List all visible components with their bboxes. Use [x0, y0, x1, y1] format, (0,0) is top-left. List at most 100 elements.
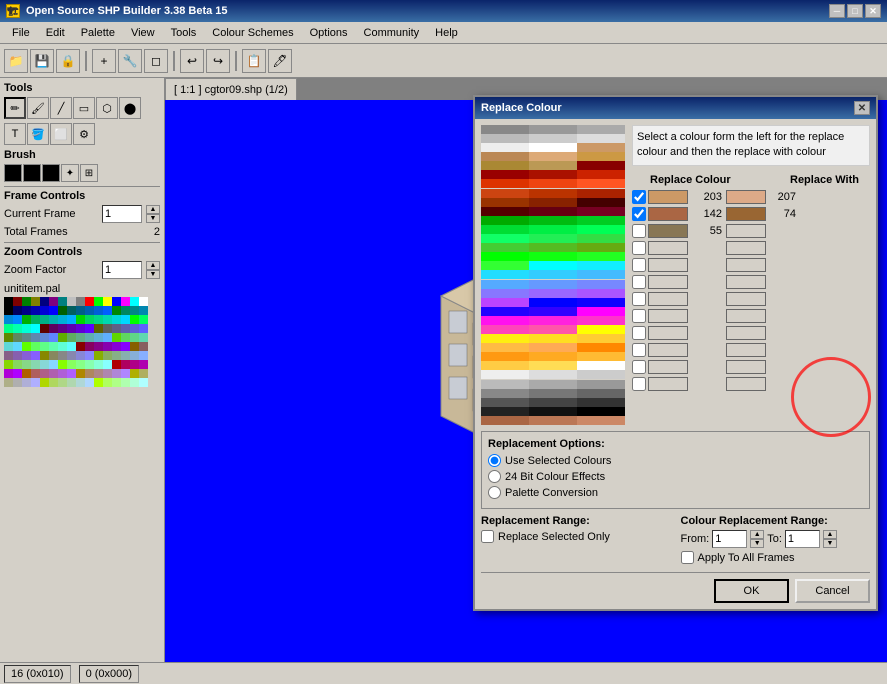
replace-colour-box[interactable]: [648, 343, 688, 357]
dialog-palette-cell[interactable]: [577, 170, 625, 179]
dialog-palette-cell[interactable]: [529, 243, 577, 252]
palette-cell[interactable]: [49, 342, 58, 351]
replace-with-box[interactable]: [726, 309, 766, 323]
dialog-palette-cell[interactable]: [577, 298, 625, 307]
tool-line[interactable]: ╱: [50, 97, 72, 119]
palette-cell[interactable]: [112, 315, 121, 324]
palette-cell[interactable]: [40, 324, 49, 333]
dialog-palette-cell[interactable]: [481, 389, 529, 398]
palette-cell[interactable]: [112, 360, 121, 369]
replace-with-box[interactable]: [726, 326, 766, 340]
dialog-palette-cell[interactable]: [529, 334, 577, 343]
palette-cell[interactable]: [121, 306, 130, 315]
dialog-palette-cell[interactable]: [529, 198, 577, 207]
zoom-factor-spin[interactable]: ▲ ▼: [146, 261, 160, 279]
palette-cell[interactable]: [13, 333, 22, 342]
palette-cell[interactable]: [85, 351, 94, 360]
replace-colour-box[interactable]: [648, 190, 688, 204]
palette-cell[interactable]: [103, 360, 112, 369]
add-btn[interactable]: +: [92, 49, 116, 73]
palette-cell[interactable]: [4, 351, 13, 360]
palette-cell[interactable]: [4, 360, 13, 369]
palette-cell[interactable]: [22, 378, 31, 387]
palette-cell[interactable]: [22, 306, 31, 315]
dialog-palette-cell[interactable]: [577, 307, 625, 316]
replace-colour-box[interactable]: [648, 326, 688, 340]
current-frame-down[interactable]: ▼: [146, 214, 160, 223]
new-btn[interactable]: 📁: [4, 49, 28, 73]
palette-cell[interactable]: [112, 351, 121, 360]
brush-custom[interactable]: ⊞: [80, 164, 98, 182]
dialog-palette-cell[interactable]: [577, 280, 625, 289]
dialog-palette-cell[interactable]: [577, 334, 625, 343]
dialog-palette-cell[interactable]: [481, 270, 529, 279]
zoom-factor-input[interactable]: [102, 261, 142, 279]
dialog-palette-cell[interactable]: [481, 243, 529, 252]
from-up[interactable]: ▲: [750, 530, 764, 539]
palette-cell[interactable]: [49, 378, 58, 387]
dialog-palette-cell[interactable]: [577, 289, 625, 298]
dialog-palette-cell[interactable]: [529, 225, 577, 234]
dialog-palette-cell[interactable]: [481, 307, 529, 316]
palette-cell[interactable]: [4, 315, 13, 324]
palette-cell[interactable]: [31, 324, 40, 333]
palette-cell[interactable]: [139, 324, 148, 333]
palette-cell[interactable]: [85, 360, 94, 369]
dialog-palette-cell[interactable]: [577, 134, 625, 143]
dialog-palette-cell[interactable]: [481, 143, 529, 152]
dialog-palette-cell[interactable]: [577, 216, 625, 225]
palette-cell[interactable]: [4, 324, 13, 333]
palette-cell[interactable]: [58, 378, 67, 387]
tools-btn[interactable]: 🔧: [118, 49, 142, 73]
palette-cell[interactable]: [13, 306, 22, 315]
palette-cell[interactable]: [4, 342, 13, 351]
palette-cell[interactable]: [58, 297, 67, 306]
redo-btn[interactable]: ↪: [206, 49, 230, 73]
menu-view[interactable]: View: [123, 25, 163, 41]
replace-colour-box[interactable]: [648, 207, 688, 221]
palette-cell[interactable]: [40, 297, 49, 306]
dialog-palette-cell[interactable]: [577, 207, 625, 216]
palette-cell[interactable]: [67, 315, 76, 324]
dialog-palette-cell[interactable]: [481, 398, 529, 407]
brush-large[interactable]: [42, 164, 60, 182]
dialog-palette-cell[interactable]: [529, 234, 577, 243]
dialog-palette-cell[interactable]: [481, 334, 529, 343]
dialog-palette-cell[interactable]: [529, 216, 577, 225]
dialog-palette-cell[interactable]: [577, 380, 625, 389]
dialog-palette-cell[interactable]: [529, 189, 577, 198]
palette-cell[interactable]: [121, 378, 130, 387]
radio-24bit-input[interactable]: [488, 470, 501, 483]
palette-cell[interactable]: [58, 351, 67, 360]
dialog-palette-cell[interactable]: [481, 170, 529, 179]
palette-cell[interactable]: [76, 351, 85, 360]
palette-cell[interactable]: [139, 306, 148, 315]
palette-cell[interactable]: [58, 342, 67, 351]
dialog-palette-cell[interactable]: [529, 179, 577, 188]
dialog-palette-cell[interactable]: [481, 198, 529, 207]
tool-text[interactable]: T: [4, 123, 26, 145]
dialog-palette-cell[interactable]: [529, 298, 577, 307]
palette-cell[interactable]: [22, 342, 31, 351]
dialog-palette-grid[interactable]: [481, 125, 626, 425]
palette-cell[interactable]: [94, 378, 103, 387]
tool-settings[interactable]: ⚙: [73, 123, 95, 145]
zoom-up[interactable]: ▲: [146, 261, 160, 270]
radio-use-selected-input[interactable]: [488, 454, 501, 467]
palette-cell[interactable]: [22, 315, 31, 324]
dialog-palette-cell[interactable]: [577, 234, 625, 243]
palette-cell[interactable]: [139, 369, 148, 378]
dialog-palette-cell[interactable]: [481, 225, 529, 234]
dialog-palette-cell[interactable]: [481, 352, 529, 361]
palette-cell[interactable]: [13, 315, 22, 324]
dialog-palette-cell[interactable]: [481, 179, 529, 188]
palette-cell[interactable]: [94, 351, 103, 360]
palette-cell[interactable]: [103, 297, 112, 306]
brush-small[interactable]: [4, 164, 22, 182]
palette-cell[interactable]: [76, 378, 85, 387]
menu-options[interactable]: Options: [302, 25, 356, 41]
dialog-palette-cell[interactable]: [481, 289, 529, 298]
palette-cell[interactable]: [22, 360, 31, 369]
palette-cell[interactable]: [85, 369, 94, 378]
palette-cell[interactable]: [4, 306, 13, 315]
